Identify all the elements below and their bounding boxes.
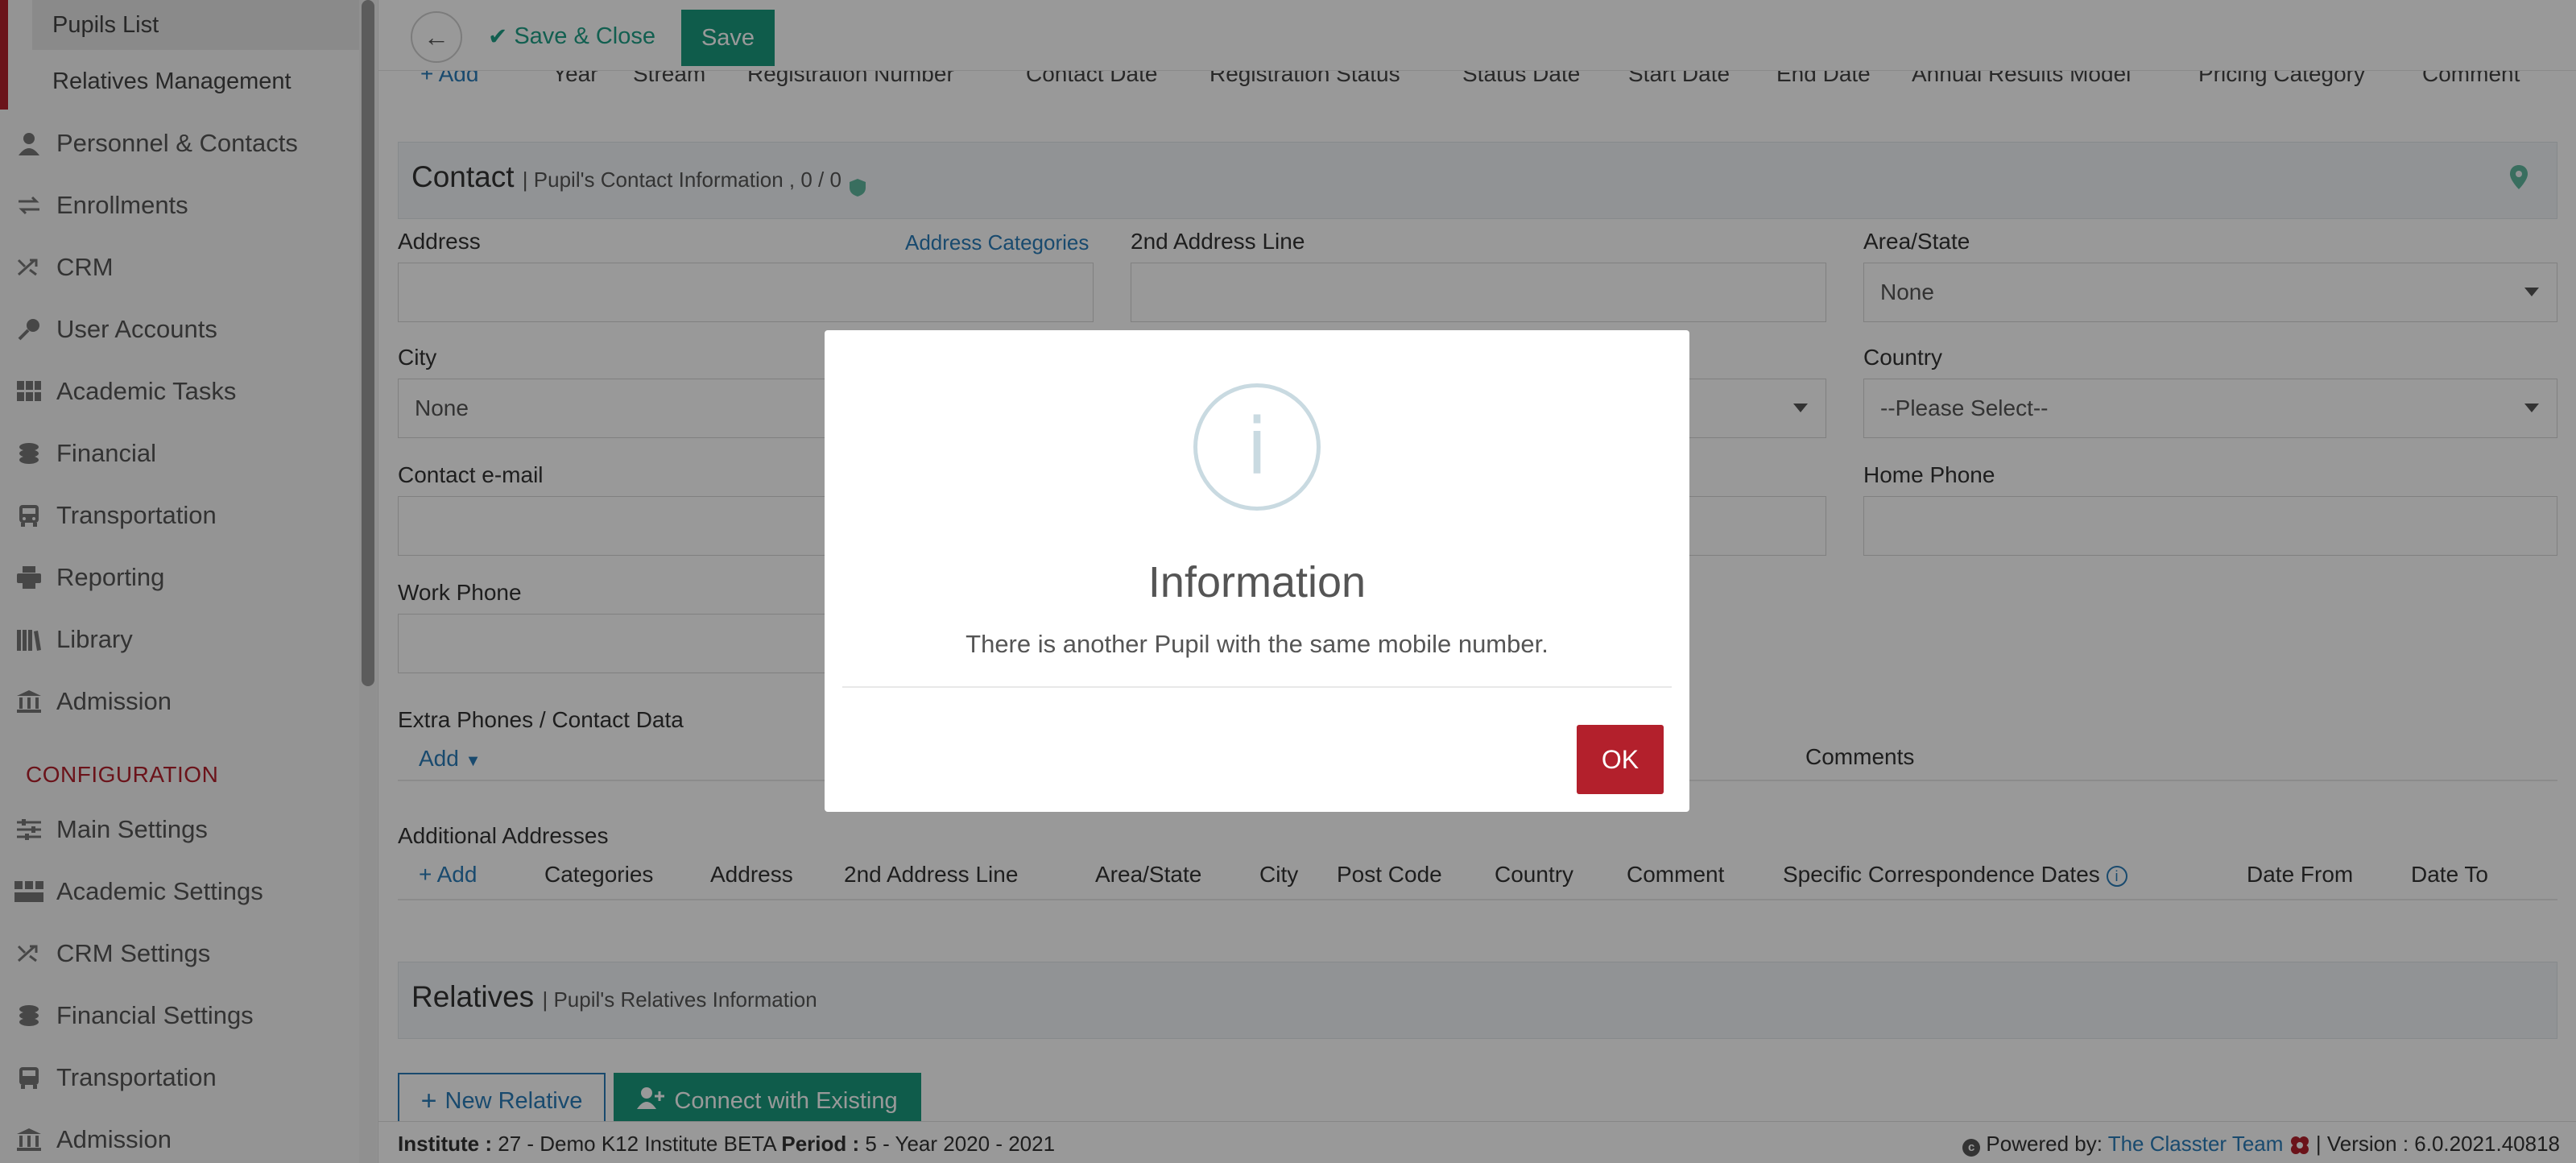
dialog-message: There is another Pupil with the same mob… xyxy=(965,630,1548,658)
info-icon: i xyxy=(1193,383,1321,511)
information-dialog: i Information There is another Pupil wit… xyxy=(825,330,1689,812)
dialog-title: Information xyxy=(1147,558,1367,606)
dialog-divider xyxy=(842,686,1672,688)
ok-button[interactable]: OK xyxy=(1577,725,1664,794)
